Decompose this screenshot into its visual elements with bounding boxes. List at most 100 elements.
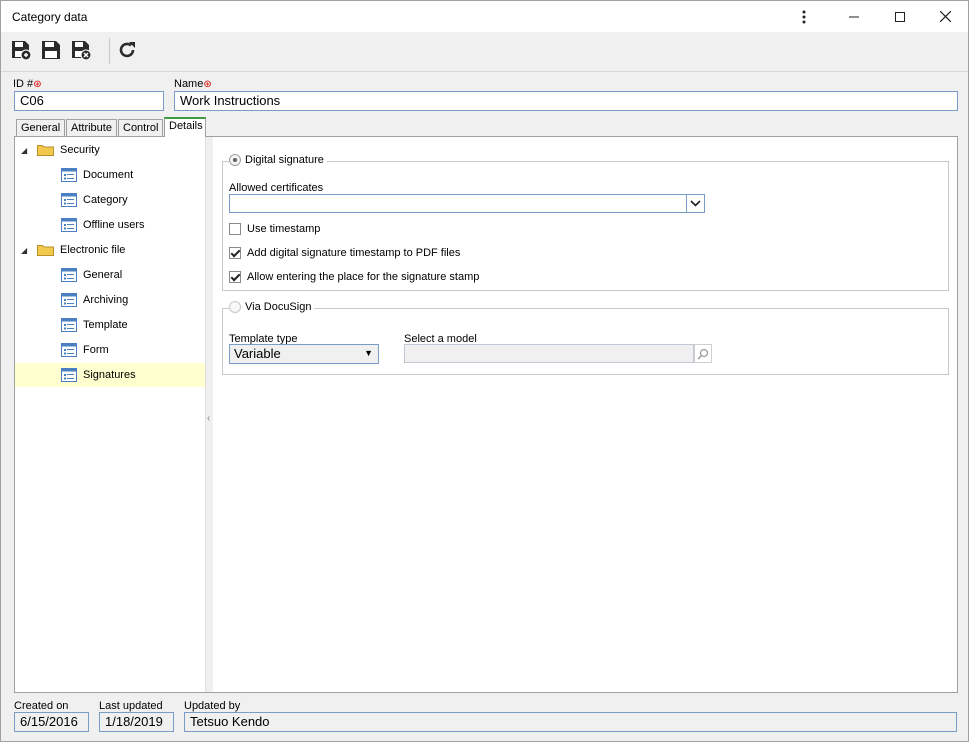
tree-item-label: Category	[83, 194, 128, 206]
caret-down-icon: ▼	[364, 348, 373, 358]
tree-item-label: Offline users	[83, 219, 145, 231]
dropdown-button[interactable]	[686, 195, 704, 212]
refresh-button[interactable]	[115, 38, 139, 62]
digital-signature-title: Digital signature	[245, 154, 324, 166]
form-list-icon	[61, 343, 77, 357]
allow-place-label: Allow entering the place for the signatu…	[247, 271, 480, 283]
minimize-icon	[849, 16, 859, 17]
docusign-radio[interactable]	[229, 301, 241, 313]
tree-item-label: Signatures	[83, 369, 136, 381]
select-model-search-button[interactable]	[694, 344, 712, 363]
last-updated-field: 1/18/2019	[99, 712, 174, 732]
allowed-certificates-label: Allowed certificates	[229, 182, 324, 194]
last-updated-label: Last updated	[99, 700, 163, 712]
tree-item-archiving[interactable]: Archiving	[15, 288, 205, 312]
close-icon	[939, 11, 951, 22]
required-icon: ⊛	[203, 79, 212, 90]
add-timestamp-checkbox[interactable]	[229, 247, 241, 259]
kebab-menu-icon	[802, 10, 806, 23]
folder-icon	[37, 145, 54, 156]
tab-general[interactable]: General	[16, 119, 65, 136]
tree-item-label: Document	[83, 169, 134, 181]
minimize-button[interactable]	[831, 1, 877, 32]
tree-item-document[interactable]: Document	[15, 163, 205, 187]
docusign-option[interactable]: Via DocuSign	[229, 301, 315, 313]
expand-arrow-icon[interactable]: ◢	[21, 146, 27, 155]
use-timestamp-label: Use timestamp	[247, 223, 321, 235]
allow-place-option[interactable]: Allow entering the place for the signatu…	[229, 271, 479, 283]
name-label-text: Name	[174, 78, 204, 90]
collapse-left-icon[interactable]: ‹	[207, 413, 210, 424]
updated-by-field: Tetsuo Kendo	[184, 712, 957, 732]
expand-arrow-icon[interactable]: ◢	[21, 246, 27, 255]
tab-control[interactable]: Control	[118, 119, 163, 136]
created-on-field: 6/15/2016	[14, 712, 89, 732]
tree-item-category[interactable]: Category	[15, 188, 205, 212]
more-options-button[interactable]	[781, 1, 827, 32]
tree-item-general[interactable]: General	[15, 263, 205, 287]
docusign-group: Via DocuSign Template type Variable ▼ Se…	[222, 301, 949, 375]
close-button[interactable]	[922, 1, 968, 32]
select-model-field[interactable]	[404, 344, 694, 363]
allow-place-checkbox[interactable]	[229, 271, 241, 283]
id-label: ID #⊛	[13, 78, 42, 90]
panel-splitter[interactable]: ‹	[205, 137, 213, 692]
id-label-text: ID #	[13, 78, 34, 90]
tree-node-label: Electronic file	[60, 244, 126, 256]
title-bar: Category data	[1, 1, 968, 32]
name-label: Name⊛	[174, 78, 212, 90]
tab-attribute[interactable]: Attribute	[66, 119, 117, 136]
search-icon	[697, 348, 709, 360]
tree-item-form[interactable]: Form	[15, 338, 205, 362]
required-icon: ⊛	[33, 79, 42, 90]
save-and-close-icon	[72, 41, 92, 61]
chevron-down-icon	[690, 200, 701, 207]
template-type-value: Variable	[234, 346, 281, 361]
maximize-button[interactable]	[877, 1, 923, 32]
form-list-icon	[61, 268, 77, 282]
details-tree: ◢ Security Document Category Offline use…	[15, 137, 205, 692]
form-list-icon	[61, 168, 77, 182]
digital-signature-option[interactable]: Digital signature	[229, 154, 327, 166]
window-title: Category data	[12, 10, 88, 24]
digital-signature-radio[interactable]	[229, 154, 241, 166]
tree-item-label: Archiving	[83, 294, 129, 306]
tree-item-label: Form	[83, 344, 109, 356]
created-on-label: Created on	[14, 700, 69, 712]
form-list-icon	[61, 368, 77, 382]
use-timestamp-checkbox[interactable]	[229, 223, 241, 235]
allowed-certificates-select[interactable]	[229, 194, 705, 213]
form-list-icon	[61, 318, 77, 332]
folder-icon	[37, 245, 54, 256]
details-panel: ◢ Security Document Category Offline use…	[14, 136, 958, 693]
tree-node-label: Security	[60, 144, 100, 156]
add-timestamp-label: Add digital signature timestamp to PDF f…	[247, 247, 461, 259]
form-list-icon	[61, 293, 77, 307]
tree-item-signatures[interactable]: Signatures	[15, 363, 205, 387]
category-data-window: Category data ID #⊛ C06 Name⊛ Work Instr…	[0, 0, 969, 742]
use-timestamp-option[interactable]: Use timestamp	[229, 223, 320, 235]
tree-item-template[interactable]: Template	[15, 313, 205, 337]
add-timestamp-option[interactable]: Add digital signature timestamp to PDF f…	[229, 247, 460, 259]
tree-node-electronic-file[interactable]: ◢ Electronic file	[15, 238, 205, 262]
save-button[interactable]	[39, 38, 63, 62]
toolbar-separator	[109, 38, 110, 64]
tree-item-label: Template	[83, 319, 128, 331]
tree-node-security[interactable]: ◢ Security	[15, 138, 205, 162]
tab-details[interactable]: Details	[164, 117, 206, 137]
save-and-new-button[interactable]	[9, 38, 33, 62]
maximize-icon	[895, 11, 905, 22]
save-icon	[42, 41, 60, 59]
tree-item-label: General	[83, 269, 123, 281]
toolbar	[1, 32, 968, 72]
save-and-close-button[interactable]	[69, 38, 93, 62]
docusign-title: Via DocuSign	[245, 301, 312, 313]
form-list-icon	[61, 218, 77, 232]
refresh-icon	[119, 42, 135, 58]
tree-item-offline-users[interactable]: Offline users	[15, 213, 205, 237]
id-field[interactable]: C06	[14, 91, 164, 111]
name-field[interactable]: Work Instructions	[174, 91, 958, 111]
save-and-new-icon	[12, 41, 32, 61]
template-type-select[interactable]: Variable ▼	[229, 344, 379, 364]
form-list-icon	[61, 193, 77, 207]
